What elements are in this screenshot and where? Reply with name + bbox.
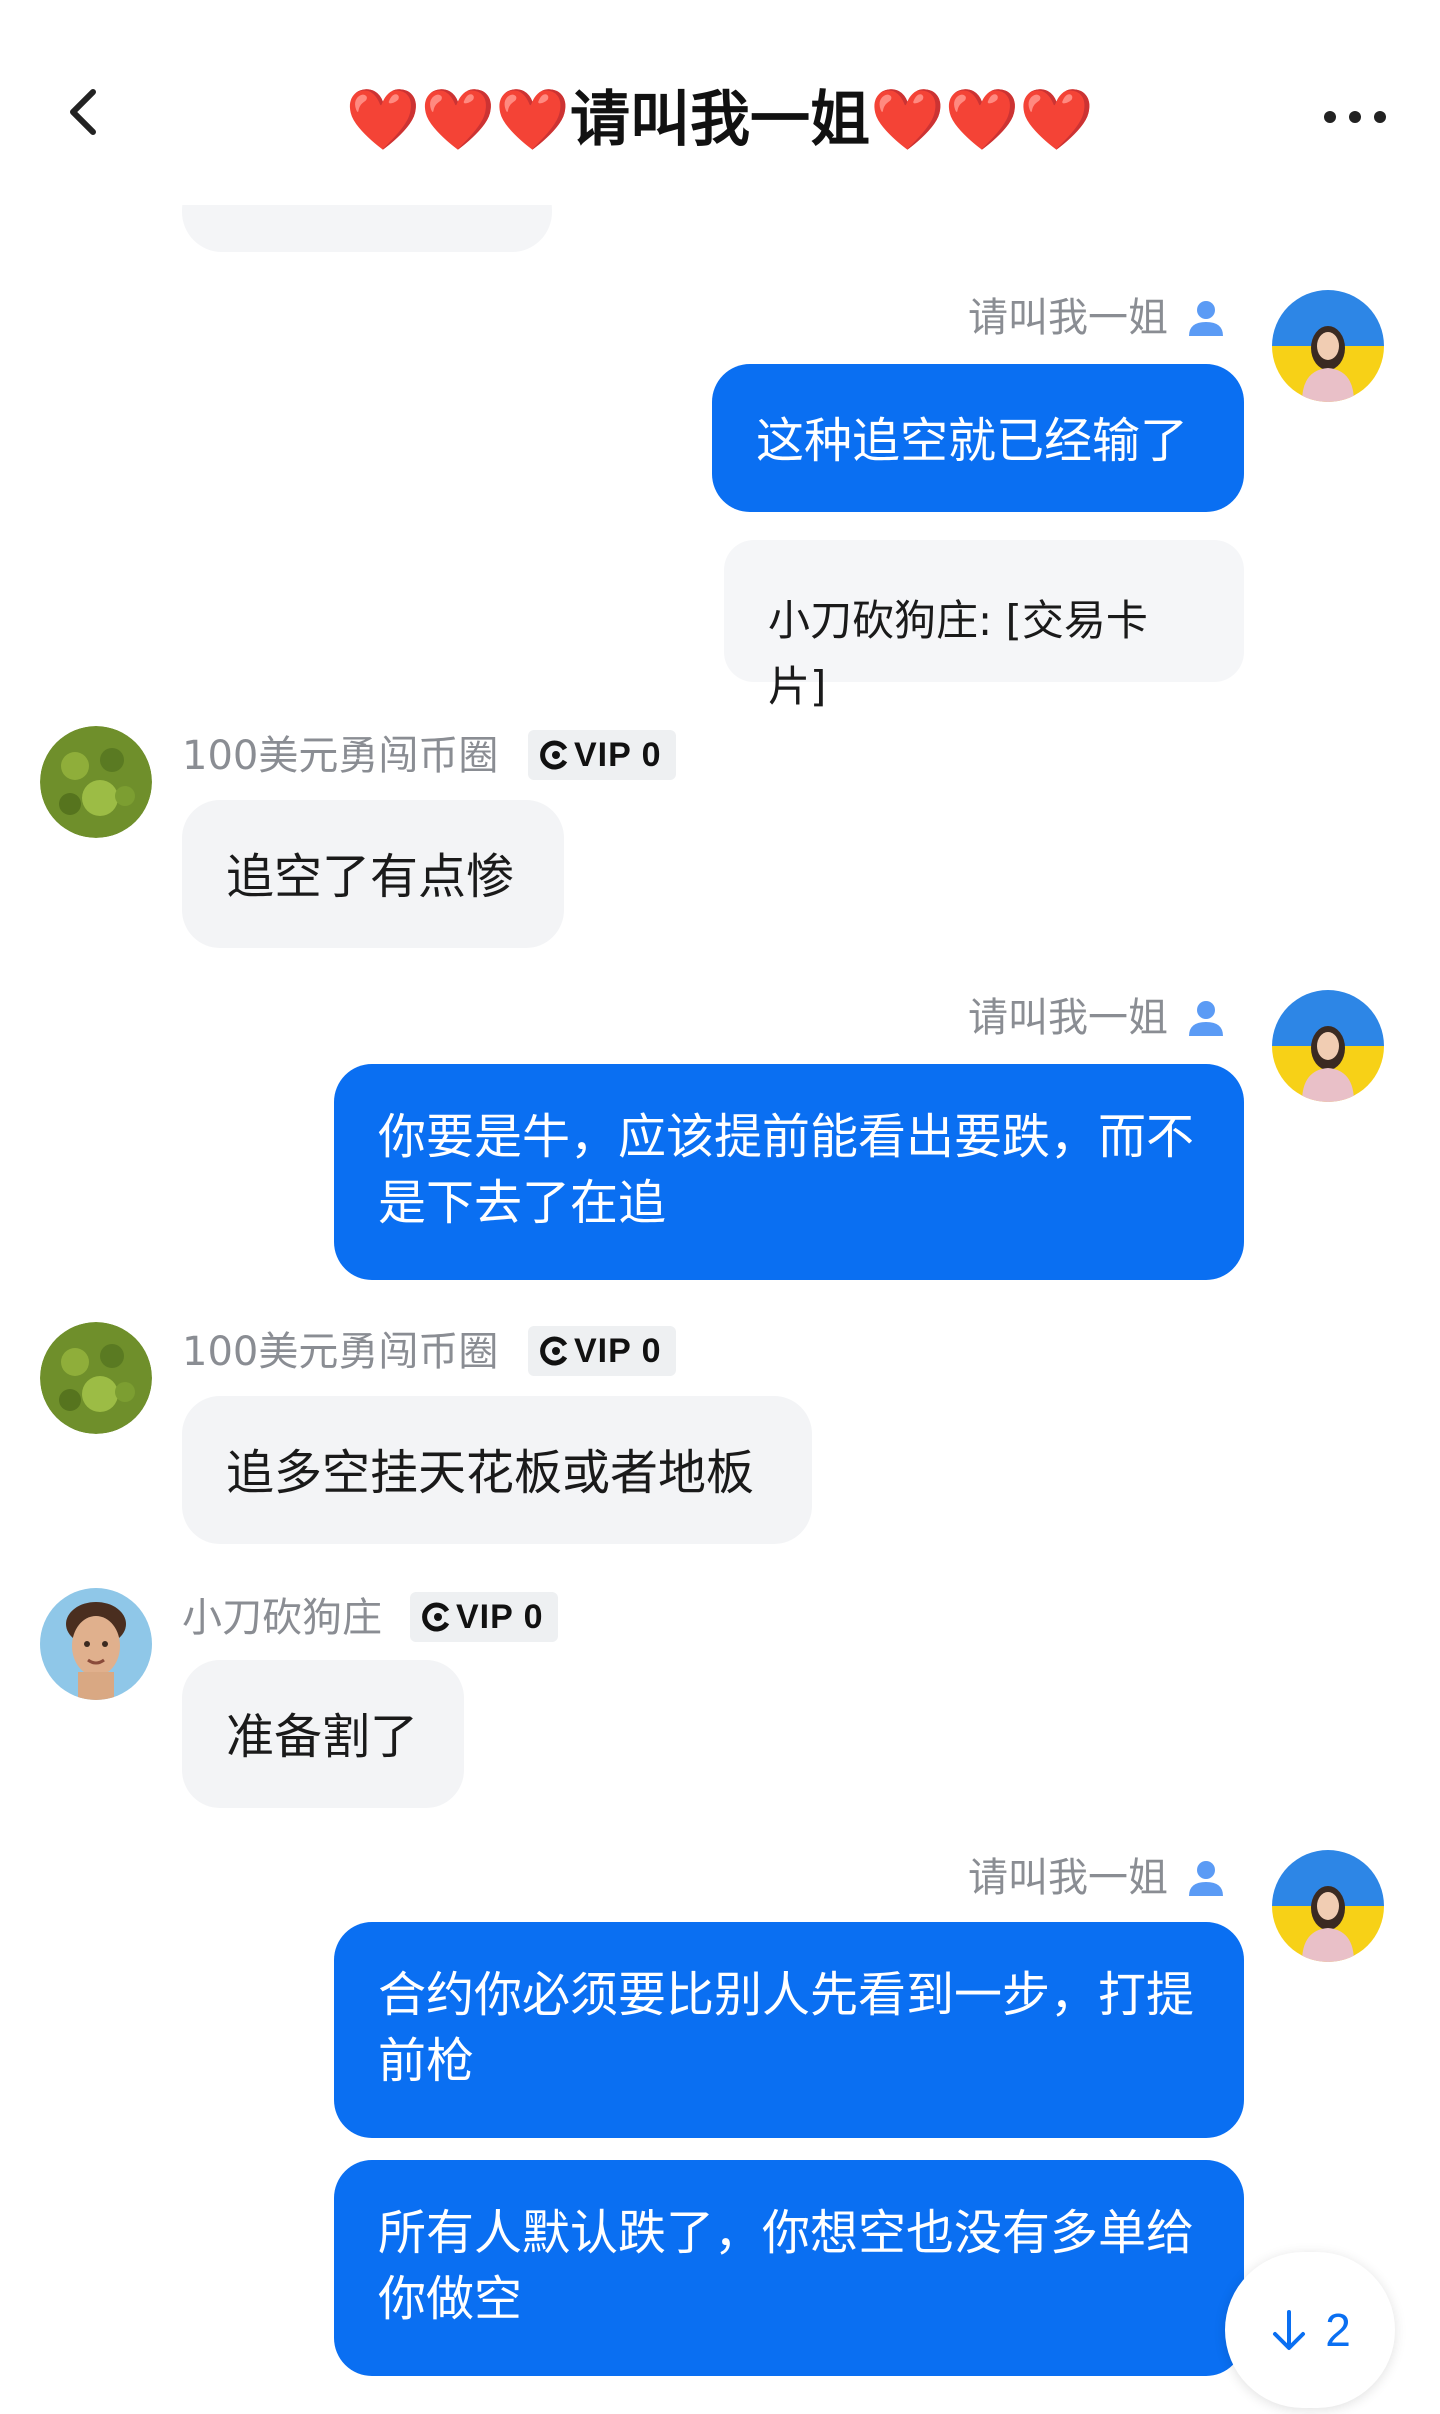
sender-name: 100美元勇闯币圈 [182,1329,499,1375]
vip-badge: VIP 0 [528,1326,676,1376]
avatar[interactable] [40,726,152,838]
person-icon [1186,1858,1226,1898]
person-icon [1186,298,1226,338]
vip-swirl-icon [422,1602,450,1632]
message-bubble[interactable]: 准备割了 [182,1660,464,1808]
arrow-down-icon [1273,2310,1306,2350]
chat-title: ❤️❤️❤️请叫我一姐❤️❤️❤️ [345,85,1095,155]
sender-name: 小刀砍狗庄 [182,1595,382,1641]
vip-badge: VIP 0 [410,1592,558,1642]
avatar[interactable] [40,1588,152,1700]
sender-name: 请叫我一姐 [968,1855,1168,1901]
vip-badge: VIP 0 [528,730,676,780]
avatar[interactable] [1272,1850,1384,1962]
trade-card-bubble[interactable]: 小刀砍狗庄: [交易卡片] [724,540,1244,711]
vip-swirl-icon [540,740,568,770]
scroll-to-new-messages-button[interactable]: 2 [1225,2252,1395,2408]
vip-level: VIP 0 [574,735,662,774]
back-chevron-icon [70,89,96,135]
message-bubble[interactable]: 合约你必须要比别人先看到一步，打提前枪 [334,1922,1244,2138]
new-message-count: 2 [1325,2304,1351,2356]
person-icon [1186,998,1226,1038]
avatar[interactable] [40,1322,152,1434]
more-dots-icon [1324,111,1386,123]
sender-name: 请叫我一姐 [968,295,1168,341]
vip-swirl-icon [540,1336,568,1366]
back-button[interactable] [55,82,115,142]
message-bubble[interactable]: 追空了有点惨 [182,800,564,948]
sender-name: 请叫我一姐 [968,995,1168,1041]
message-bubble[interactable]: 这种追空就已经输了 [712,364,1244,512]
avatar[interactable] [1272,290,1384,402]
vip-level: VIP 0 [456,1597,544,1636]
avatar[interactable] [1272,990,1384,1102]
message-bubble[interactable]: 追多空挂天花板或者地板 [182,1396,812,1544]
chat-header: ❤️❤️❤️请叫我一姐❤️❤️❤️ [0,0,1440,205]
sender-name: 100美元勇闯币圈 [182,733,499,779]
message-bubble[interactable]: 所有人默认跌了，你想空也没有多单给你做空 [334,2160,1244,2376]
more-options-button[interactable] [1320,102,1390,132]
message-bubble[interactable]: 你要是牛，应该提前能看出要跌，而不是下去了在追 [334,1064,1244,1280]
vip-level: VIP 0 [574,1331,662,1370]
